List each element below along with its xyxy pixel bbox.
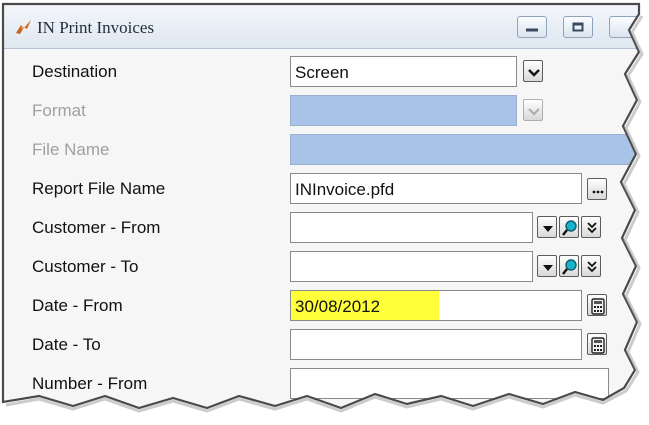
bird-logo-icon — [15, 19, 33, 35]
chevron-down-icon — [524, 100, 544, 122]
chevron-down-icon — [538, 256, 558, 278]
number-from-label: Number - From — [32, 374, 148, 393]
date-to-label: Date - To — [32, 335, 101, 354]
number-from-field[interactable] — [290, 368, 609, 399]
format-label: Format — [32, 101, 86, 120]
customer-from-expand-button[interactable] — [581, 216, 601, 238]
date-from-label: Date - From — [32, 296, 123, 315]
chevron-down-icon — [524, 61, 544, 83]
browse-button[interactable] — [587, 178, 607, 200]
maximize-icon — [573, 23, 584, 32]
magnifier-icon — [560, 256, 580, 278]
destination-label: Destination — [32, 62, 118, 81]
date-from-calendar-button[interactable] — [587, 294, 607, 316]
customer-to-field[interactable] — [290, 251, 533, 282]
report-file-name-field[interactable]: INInvoice.pfd — [290, 173, 582, 204]
file-name-field — [290, 134, 635, 165]
maximize-button[interactable] — [563, 16, 593, 38]
double-chevron-down-icon — [582, 256, 602, 278]
chevron-down-icon — [538, 217, 558, 239]
format-dropdown-button — [523, 99, 543, 121]
minimize-button[interactable] — [517, 16, 547, 38]
customer-from-search-button[interactable] — [559, 216, 579, 238]
calculator-icon — [588, 295, 608, 317]
report-file-name-label: Report File Name — [32, 179, 166, 198]
customer-to-dropdown-button[interactable] — [537, 255, 557, 277]
ellipsis-icon — [588, 179, 608, 201]
destination-select[interactable]: Screen — [290, 56, 517, 87]
date-to-calendar-button[interactable] — [587, 333, 607, 355]
customer-to-search-button[interactable] — [559, 255, 579, 277]
window-title: IN Print Invoices — [37, 18, 155, 37]
destination-dropdown-button[interactable] — [523, 60, 543, 82]
customer-from-label: Customer - From — [32, 218, 161, 237]
customer-to-label: Customer - To — [32, 257, 139, 276]
customer-from-dropdown-button[interactable] — [537, 216, 557, 238]
customer-from-field[interactable] — [290, 212, 533, 243]
minimize-icon — [526, 29, 538, 32]
double-chevron-down-icon — [582, 217, 602, 239]
file-name-label: File Name — [32, 140, 110, 159]
title-bar[interactable]: IN Print Invoices — [3, 4, 639, 49]
format-select — [290, 95, 517, 126]
date-to-field[interactable] — [290, 329, 582, 360]
close-button[interactable] — [609, 16, 649, 38]
customer-to-expand-button[interactable] — [581, 255, 601, 277]
print-invoices-window: IN Print Invoices Destination Screen For… — [3, 4, 639, 416]
magnifier-icon — [560, 217, 580, 239]
date-from-field[interactable]: 30/08/2012 — [290, 290, 582, 321]
calculator-icon — [588, 334, 608, 356]
